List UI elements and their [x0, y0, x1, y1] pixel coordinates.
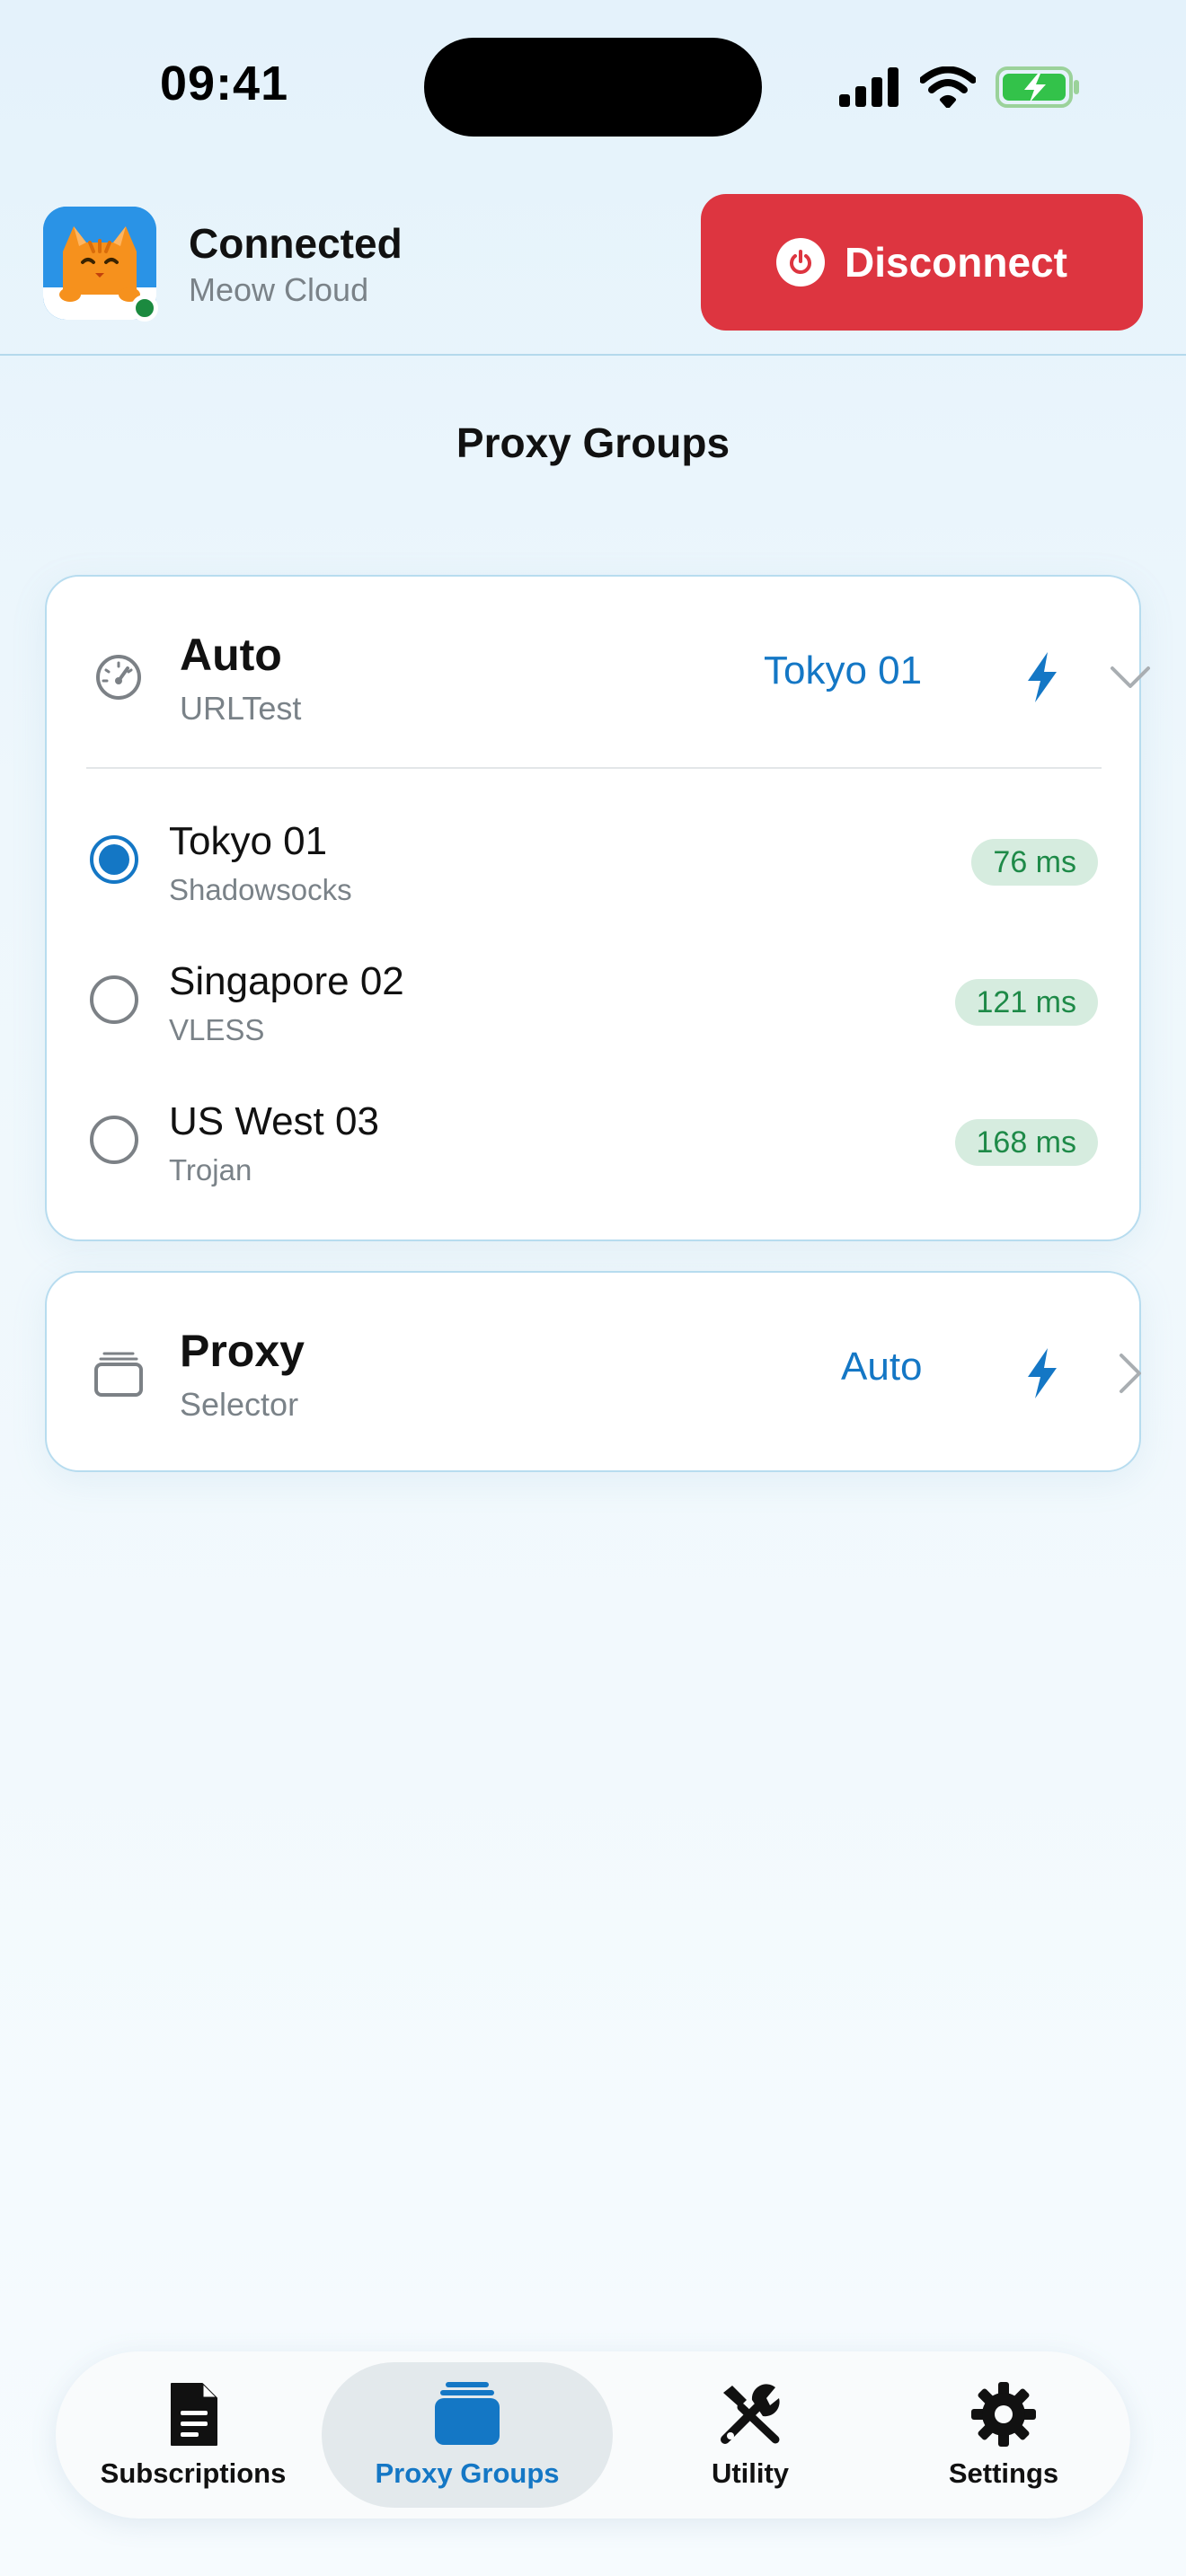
dynamic-island: [424, 38, 762, 137]
group-header-proxy[interactable]: Proxy Selector Auto: [47, 1273, 1141, 1474]
status-icons: [839, 63, 1082, 111]
disconnect-label: Disconnect: [845, 239, 1067, 286]
group-type: Selector: [180, 1386, 299, 1423]
tab-subscriptions[interactable]: Subscriptions: [92, 2362, 295, 2508]
disconnect-button[interactable]: Disconnect: [701, 194, 1143, 331]
latency-test-bolt-icon[interactable]: [1021, 650, 1064, 704]
latency-badge: 76 ms: [971, 839, 1098, 886]
tab-proxy-groups[interactable]: Proxy Groups: [322, 2362, 613, 2508]
wifi-icon: [920, 66, 976, 108]
group-name: Proxy: [180, 1326, 305, 1376]
gear-icon: [971, 2382, 1036, 2447]
group-selected-node: Auto: [841, 1345, 923, 1389]
status-bar: 09:41: [0, 0, 1186, 180]
stack-icon: [94, 1352, 143, 1397]
tools-icon: [721, 2384, 780, 2444]
proxy-node-row[interactable]: US West 03 Trojan 168 ms: [47, 1072, 1139, 1213]
group-name: Auto: [180, 630, 282, 680]
proxy-node-row[interactable]: Tokyo 01 Shadowsocks 76 ms: [47, 792, 1139, 932]
stack-icon: [435, 2382, 500, 2445]
node-name: US West 03: [169, 1099, 379, 1143]
group-divider: [86, 767, 1102, 769]
power-icon: [776, 238, 826, 287]
status-time: 09:41: [160, 57, 289, 110]
chevron-right-icon[interactable]: [1107, 1350, 1154, 1397]
node-name: Singapore 02: [169, 959, 404, 1003]
proxy-node-row[interactable]: Singapore 02 VLESS 121 ms: [47, 932, 1139, 1072]
page-title: Proxy Groups: [456, 419, 730, 466]
cellular-signal-icon: [839, 67, 898, 107]
group-type: URLTest: [180, 690, 302, 727]
latency-badge: 121 ms: [954, 979, 1098, 1026]
node-protocol: Trojan: [169, 1153, 252, 1187]
gauge-icon: [96, 655, 141, 700]
proxy-group-card-proxy: Proxy Selector Auto: [45, 1271, 1141, 1472]
tab-settings[interactable]: Settings: [902, 2362, 1105, 2508]
connection-status: Connected: [189, 220, 403, 267]
node-protocol: VLESS: [169, 1013, 265, 1046]
battery-charging-icon: [996, 66, 1079, 108]
tab-label: Settings: [948, 2457, 1059, 2489]
group-selected-node: Tokyo 01: [764, 648, 923, 693]
tab-label: Proxy Groups: [375, 2457, 560, 2489]
radio-unselected[interactable]: [90, 975, 138, 1024]
latency-test-bolt-icon[interactable]: [1021, 1346, 1064, 1400]
chevron-down-icon[interactable]: [1107, 654, 1154, 701]
document-icon: [171, 2383, 217, 2446]
node-name: Tokyo 01: [169, 819, 328, 863]
tab-label: Utility: [711, 2457, 790, 2489]
profile-name: Meow Cloud: [189, 271, 369, 308]
latency-badge: 168 ms: [954, 1119, 1098, 1166]
radio-selected[interactable]: [90, 835, 138, 884]
radio-unselected[interactable]: [90, 1116, 138, 1164]
node-protocol: Shadowsocks: [169, 873, 352, 906]
tab-utility[interactable]: Utility: [649, 2362, 852, 2508]
connection-header: Connected Meow Cloud Disconnect: [0, 180, 1186, 356]
online-indicator: [131, 295, 158, 322]
proxy-group-card-auto: Auto URLTest Tokyo 01 Tokyo 01 Shadowsoc…: [45, 575, 1150, 1241]
tab-bar: Subscriptions Proxy Groups Utility Setti…: [56, 2351, 1130, 2519]
tab-label: Subscriptions: [100, 2457, 287, 2489]
group-header-auto[interactable]: Auto URLTest Tokyo 01: [47, 577, 1150, 778]
